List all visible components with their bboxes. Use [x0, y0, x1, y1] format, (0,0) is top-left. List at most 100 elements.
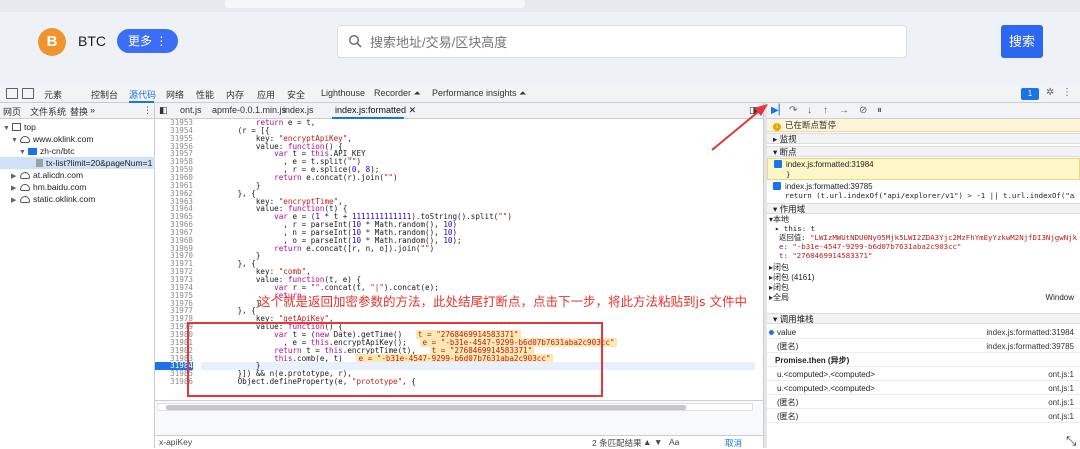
issues-badge[interactable]: 1	[1021, 88, 1039, 100]
prev-match-icon[interactable]: ▲	[643, 437, 651, 447]
navigator-menu-icon[interactable]: ⋮	[143, 105, 152, 116]
e-label: e:	[779, 242, 788, 251]
devtools-tab[interactable]: 内存	[226, 88, 244, 101]
expand-arrow-icon[interactable]: ▶	[11, 195, 20, 207]
breakpoint-location-2: index.js:formatted:39785	[785, 182, 873, 191]
nav-tab-filesystem[interactable]: 文件系统	[30, 105, 66, 118]
callstack-frame[interactable]: u.<computed>.<computed> ont.js:1	[767, 382, 1080, 395]
scope-section[interactable]: ▾ 作用域	[767, 203, 1080, 214]
breakpoints-title: 断点	[779, 147, 797, 157]
frame-location: ont.js:1	[1048, 370, 1074, 379]
resize-handle-icon[interactable]: ⤡	[1066, 433, 1076, 449]
scrollbar-thumb[interactable]	[166, 405, 686, 410]
tree-item[interactable]: ▶ hm.baidu.com	[0, 181, 155, 193]
frame-function: u.<computed>.<computed>	[777, 384, 875, 393]
breakpoints-section[interactable]: ▾ 断点	[767, 146, 1080, 157]
site-search-input[interactable]	[370, 32, 890, 52]
step-icon[interactable]: →	[839, 105, 849, 116]
step-out-icon[interactable]: ↑	[823, 105, 828, 116]
global-label: 全局	[773, 293, 790, 302]
devtools-tab[interactable]: Recorder ⏶	[374, 88, 421, 99]
tree-item[interactable]: ▼ www.oklink.com	[0, 133, 155, 145]
breakpoint-checkbox[interactable]	[774, 160, 782, 168]
more-button[interactable]: 更多 ⋮	[117, 29, 179, 53]
closure-2-label: 闭包 (4161)	[773, 273, 815, 282]
match-count: 2 条匹配结果	[592, 438, 642, 448]
devtools-tab[interactable]: Lighthouse	[321, 88, 365, 98]
step-over-icon[interactable]: ↷	[789, 105, 797, 116]
devtools-tab[interactable]: 性能	[196, 88, 214, 101]
tree-item-label: zh-cn/btc	[40, 146, 75, 156]
current-frame-icon	[769, 330, 774, 335]
callstack-frame[interactable]: (匿名) ont.js:1	[767, 410, 1080, 423]
frame-function: (匿名)	[777, 342, 799, 351]
devtools-tab[interactable]: 元素	[44, 88, 62, 101]
callstack-frame[interactable]: value index.js:formatted:31984	[767, 326, 1080, 339]
scope-closure-1[interactable]: ▸闭包	[769, 263, 1080, 273]
tree-item[interactable]: ▼ zh-cn/btc	[0, 145, 155, 157]
frame-location: ont.js:1	[1048, 384, 1074, 393]
file-tab-ont[interactable]: ont.js	[180, 105, 202, 115]
inspect-element-icon[interactable]	[6, 88, 18, 99]
frame-function: (匿名)	[777, 412, 799, 421]
breakpoint-checkbox-2[interactable]	[773, 182, 781, 190]
annotation-highlight-box	[187, 322, 603, 397]
devtools-tab[interactable]: 安全	[287, 88, 305, 101]
step-into-icon[interactable]: ↓	[807, 105, 812, 116]
match-case-toggle[interactable]: Aa	[669, 437, 679, 447]
devtools-tab[interactable]: 应用	[257, 88, 275, 101]
more-options-icon[interactable]: ⋮	[1062, 87, 1072, 98]
horizontal-scrollbar[interactable]	[157, 403, 753, 411]
callstack-section[interactable]: ▾ 调用堆栈	[767, 313, 1080, 324]
frame-location: ont.js:1	[1048, 412, 1074, 421]
scope-closure-2[interactable]: ▸闭包 (4161)	[769, 273, 1080, 283]
nav-tab-overrides[interactable]: 替换	[70, 105, 88, 118]
resume-icon[interactable]: ▶▏	[771, 105, 786, 116]
site-search-button[interactable]: 搜索	[1001, 25, 1043, 58]
file-tab-apmfe[interactable]: apmfe-0.0.1.min.js	[212, 105, 286, 115]
cloud-icon	[20, 184, 30, 191]
tree-item[interactable]: tx-list?limit=20&pageNum=1	[0, 157, 155, 169]
site-search-box[interactable]	[337, 25, 907, 58]
callstack-frame[interactable]: (匿名) index.js:formatted:39785	[767, 340, 1080, 353]
device-toolbar-icon[interactable]	[22, 88, 34, 99]
scope-closure-3[interactable]: ▸闭包	[769, 283, 1080, 293]
devtools-tab[interactable]: 控制台	[91, 88, 118, 101]
debugger-toolbar: ▶▏ ↷ ↓ ↑ → ⊘ ⏸	[767, 103, 1080, 119]
tree-item-label: at.alicdn.com	[33, 170, 84, 180]
settings-gear-icon[interactable]: ✲	[1046, 87, 1054, 98]
nav-tab-page[interactable]: 网页	[3, 105, 21, 118]
tree-item[interactable]: ▼ top	[0, 121, 155, 133]
toggle-debugger-icon[interactable]: ◨	[749, 105, 758, 116]
scope-global[interactable]: ▸全局 Window	[769, 293, 1080, 303]
watch-section[interactable]: ▸ 监视	[767, 133, 1080, 144]
deactivate-breakpoints-icon[interactable]: ⊘	[859, 105, 867, 116]
next-match-icon[interactable]: ▼	[654, 437, 662, 447]
breakpoint-code: }	[786, 170, 791, 179]
toggle-navigator-icon[interactable]: ◧	[159, 105, 168, 116]
callstack-frame[interactable]: Promise.then (异步)	[767, 354, 1080, 367]
tree-item[interactable]: ▶ static.oklink.com	[0, 193, 155, 205]
site-header: B BTC 更多 ⋮ 搜索	[0, 0, 1080, 85]
code-text: return e = t,	[255, 119, 316, 127]
devtools-tab[interactable]: 网络	[166, 88, 184, 101]
return-value: "LWIzMWUtNDU0Ny05Mjk5LWI2ZDA3Yjc2MzFhYmE…	[810, 233, 1077, 242]
code-text: return e.concat([r, n, o]).join("")	[274, 243, 435, 253]
tree-item-label: top	[24, 122, 36, 132]
callstack-frame[interactable]: u.<computed>.<computed> ont.js:1	[767, 368, 1080, 381]
file-tab-index-formatted[interactable]: index.js:formatted ✕	[335, 105, 416, 116]
callstack-frame[interactable]: (匿名) ont.js:1	[767, 396, 1080, 409]
cancel-search-button[interactable]: 取消	[725, 437, 742, 449]
frame-icon	[12, 123, 21, 131]
pause-on-exceptions-icon[interactable]: ⏸	[877, 105, 882, 116]
editor-search-input[interactable]: x-apiKey	[159, 437, 192, 447]
tree-item[interactable]: ▶ at.alicdn.com	[0, 169, 155, 181]
file-tab-index[interactable]: index.js	[283, 105, 314, 115]
nav-tab-more[interactable]: »	[90, 105, 95, 115]
search-icon	[348, 34, 362, 48]
frame-function: Promise.then (异步)	[775, 356, 850, 365]
devtools-tab[interactable]: 源代码	[129, 88, 156, 101]
close-tab-icon[interactable]: ✕	[409, 105, 417, 115]
devtools-tab[interactable]: Performance insights ⏶	[432, 88, 526, 99]
breakpoint-item-1[interactable]: index.js:formatted:31984 }	[767, 158, 1080, 180]
